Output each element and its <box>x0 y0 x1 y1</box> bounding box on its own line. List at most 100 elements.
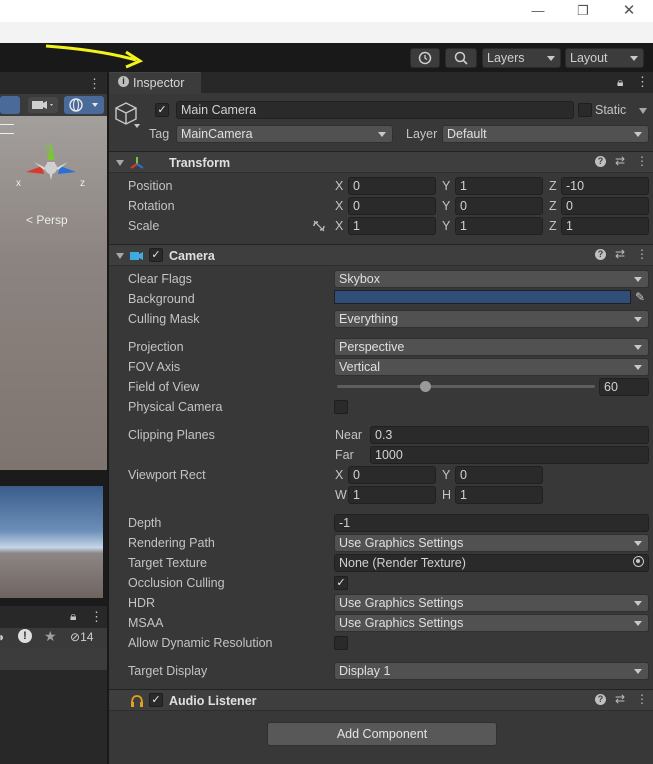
active-checkbox[interactable]: ✓ <box>155 103 169 117</box>
fov-value: 60 <box>604 380 618 394</box>
viewport-rect-label: Viewport Rect <box>128 468 206 482</box>
visibility-toggle[interactable] <box>0 96 20 114</box>
layers-dropdown[interactable]: Layers <box>482 48 561 68</box>
gizmo-z-label: z <box>80 178 85 189</box>
tab-inspector[interactable]: i Inspector <box>109 72 201 94</box>
viewport-h-field[interactable]: 1 <box>455 486 543 504</box>
info-icon: i <box>118 76 129 87</box>
minimize-button[interactable]: — <box>515 0 561 22</box>
target-display-label: Target Display <box>128 664 208 678</box>
projection-toggle[interactable]: < Persp <box>26 213 68 227</box>
close-button[interactable]: ✕ <box>606 0 652 22</box>
scale-y-field[interactable]: 1 <box>455 217 543 235</box>
panel-menu-icon[interactable]: ⋮ <box>90 609 103 625</box>
tag-dropdown[interactable]: MainCamera <box>176 125 393 143</box>
position-y-value: 1 <box>460 179 467 193</box>
audio-listener-header[interactable]: ✓ Audio Listener ? ⇄ ⋮ <box>109 689 653 711</box>
help-icon[interactable]: ? <box>595 249 606 260</box>
dynamic-resolution-checkbox[interactable] <box>334 636 348 650</box>
help-icon[interactable]: ? <box>595 694 606 705</box>
occlusion-culling-checkbox[interactable]: ✓ <box>334 576 348 590</box>
camera-enabled-checkbox[interactable]: ✓ <box>149 248 163 262</box>
background-color-field[interactable] <box>334 290 631 304</box>
panel-menu-icon[interactable]: ⋮ <box>88 76 101 92</box>
component-menu-icon[interactable]: ⋮ <box>636 692 648 706</box>
projection-dropdown[interactable]: Perspective <box>334 338 649 356</box>
camera-header[interactable]: ✓ Camera ? ⇄ ⋮ <box>109 244 653 266</box>
maximize-button[interactable]: ❐ <box>560 0 606 22</box>
hdr-dropdown[interactable]: Use Graphics Settings <box>334 594 649 612</box>
target-display-dropdown[interactable]: Display 1 <box>334 662 649 680</box>
object-picker-icon[interactable] <box>633 556 644 567</box>
scale-z-field[interactable]: 1 <box>561 217 649 235</box>
fov-value-field[interactable]: 60 <box>599 378 649 396</box>
rendering-path-dropdown[interactable]: Use Graphics Settings <box>334 534 649 552</box>
occlusion-culling-label: Occlusion Culling <box>128 576 225 590</box>
fov-slider-track[interactable] <box>337 381 595 392</box>
position-x-field[interactable]: 0 <box>348 177 436 195</box>
component-menu-icon[interactable]: ⋮ <box>636 247 648 261</box>
culling-mask-value: Everything <box>339 312 399 326</box>
static-dropdown-icon[interactable] <box>639 108 647 114</box>
position-x-value: 0 <box>353 179 360 193</box>
rotation-z-field[interactable]: 0 <box>561 197 649 215</box>
scene-toolbar <box>0 94 107 116</box>
filter-icon[interactable]: ◗ <box>0 630 5 644</box>
scene-gizmo-icon[interactable] <box>14 138 94 198</box>
viewport-y-field[interactable]: 0 <box>455 466 543 484</box>
foldout-arrow-icon[interactable] <box>116 253 124 259</box>
far-field[interactable]: 1000 <box>370 446 649 464</box>
position-z-field[interactable]: -10 <box>561 177 649 195</box>
scale-z-value: 1 <box>566 219 573 233</box>
help-icon[interactable]: ? <box>595 156 606 167</box>
hidden-count[interactable]: ⊘14 <box>70 630 93 644</box>
object-name-field[interactable]: Main Camera <box>176 101 574 119</box>
audio-listener-enabled-checkbox[interactable]: ✓ <box>149 693 163 707</box>
clear-flags-dropdown[interactable]: Skybox <box>334 270 649 288</box>
history-button[interactable] <box>410 48 440 68</box>
target-texture-field[interactable]: None (Render Texture) <box>334 554 649 572</box>
layout-dropdown[interactable]: Layout <box>565 48 644 68</box>
presets-icon[interactable]: ⇄ <box>615 247 625 261</box>
lock-icon[interactable]: 🔒︎ <box>617 75 623 90</box>
checkmark-icon: ✓ <box>336 577 346 589</box>
depth-field[interactable]: -1 <box>334 514 649 532</box>
layer-dropdown[interactable]: Default <box>442 125 649 143</box>
viewport-w-field[interactable]: 1 <box>348 486 436 504</box>
component-menu-icon[interactable]: ⋮ <box>636 154 648 168</box>
lock-icon[interactable]: 🔒︎ <box>70 609 76 624</box>
static-checkbox[interactable] <box>578 103 592 117</box>
link-broken-icon[interactable] <box>312 220 326 232</box>
fov-axis-dropdown[interactable]: Vertical <box>334 358 649 376</box>
search-button[interactable] <box>445 48 477 68</box>
presets-icon[interactable]: ⇄ <box>615 692 625 706</box>
foldout-arrow-icon[interactable] <box>116 160 124 166</box>
star-icon[interactable]: ★ <box>44 628 57 645</box>
warning-icon[interactable]: ! <box>18 629 32 643</box>
viewport-x-field[interactable]: 0 <box>348 466 436 484</box>
far-value: 1000 <box>375 448 403 462</box>
panel-divider[interactable] <box>107 72 109 764</box>
panel-menu-icon[interactable]: ⋮ <box>636 74 649 90</box>
culling-mask-dropdown[interactable]: Everything <box>334 310 649 328</box>
presets-icon[interactable]: ⇄ <box>615 154 625 168</box>
position-y-field[interactable]: 1 <box>455 177 543 195</box>
position-label: Position <box>128 179 173 193</box>
near-field[interactable]: 0.3 <box>370 426 649 444</box>
rotation-y-field[interactable]: 0 <box>455 197 543 215</box>
scale-x-field[interactable]: 1 <box>348 217 436 235</box>
physical-camera-checkbox[interactable] <box>334 400 348 414</box>
fov-slider-thumb[interactable] <box>419 381 431 392</box>
position-z-axis: Z <box>549 179 557 193</box>
scene-menu-icon[interactable] <box>0 124 14 134</box>
viewport-h-value: 1 <box>460 488 467 502</box>
add-component-button[interactable]: Add Component <box>267 722 497 746</box>
camera-toggle[interactable] <box>28 97 58 113</box>
rendering-path-label: Rendering Path <box>128 536 215 550</box>
eyedropper-icon[interactable]: ✎ <box>635 290 645 304</box>
transform-header[interactable]: Transform ? ⇄ ⋮ <box>109 151 653 173</box>
msaa-dropdown[interactable]: Use Graphics Settings <box>334 614 649 632</box>
rotation-x-field[interactable]: 0 <box>348 197 436 215</box>
depth-value: -1 <box>339 516 351 530</box>
gizmos-toggle[interactable] <box>64 96 104 114</box>
